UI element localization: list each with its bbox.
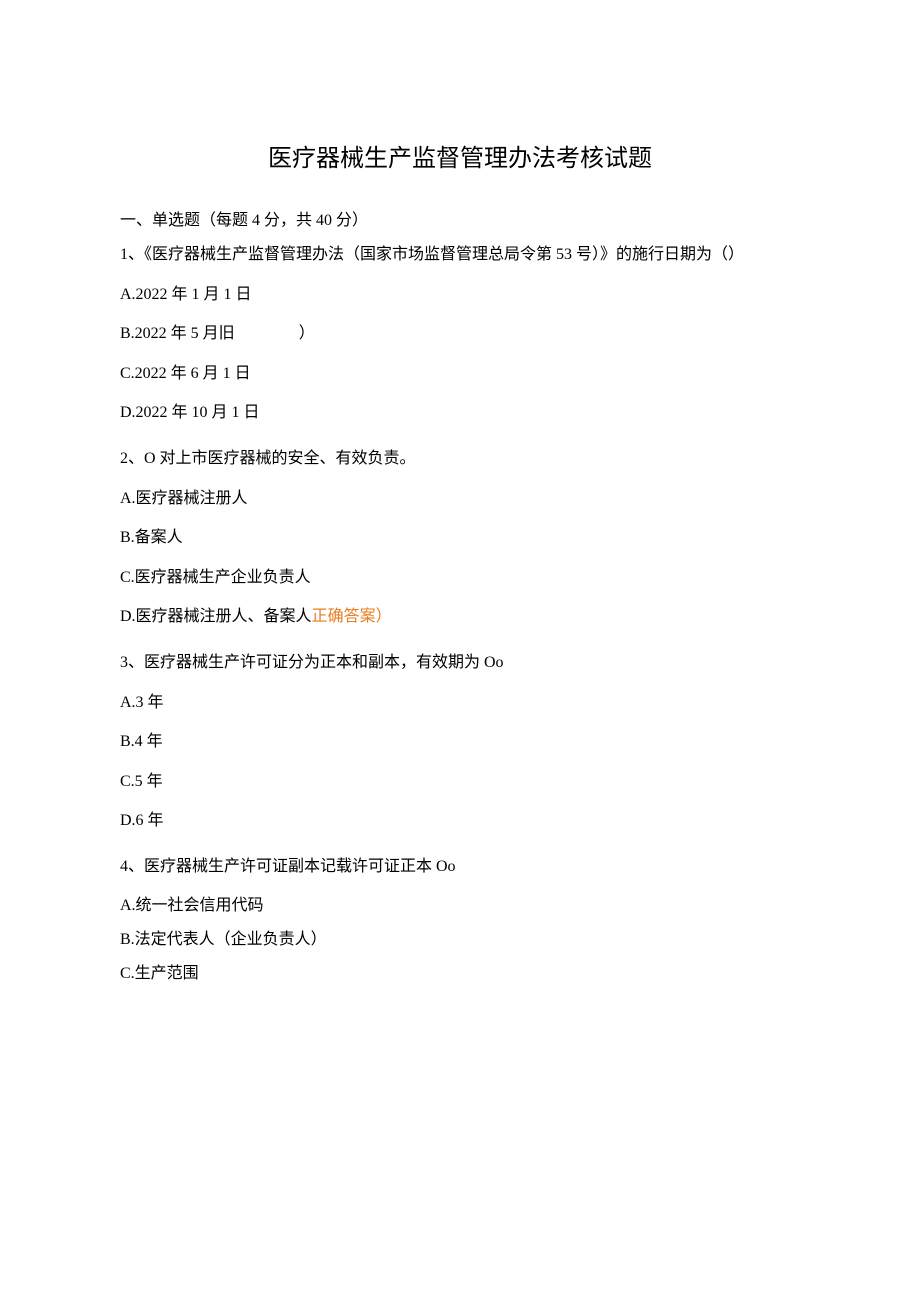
question-2: 2、O 对上市医疗器械的安全、有效负责。 A.医疗器械注册人 B.备案人 C.医… xyxy=(120,446,800,630)
question-1-text: 1、《医疗器械生产监督管理办法（国家市场监督管理总局令第 53 号）》的施行日期… xyxy=(120,242,800,268)
question-1: 1、《医疗器械生产监督管理办法（国家市场监督管理总局令第 53 号）》的施行日期… xyxy=(120,242,800,426)
page-title: 医疗器械生产监督管理办法考核试题 xyxy=(120,140,800,178)
question-4-text: 4、医疗器械生产许可证副本记载许可证正本 Oo xyxy=(120,854,800,880)
question-4-option-a: A.统一社会信用代码 xyxy=(120,893,800,919)
question-1-option-b-suffix: ） xyxy=(299,321,315,347)
question-2-option-a: A.医疗器械注册人 xyxy=(120,486,800,512)
question-4: 4、医疗器械生产许可证副本记载许可证正本 Oo A.统一社会信用代码 B.法定代… xyxy=(120,854,800,986)
question-4-option-b: B.法定代表人（企业负责人） xyxy=(120,927,800,953)
question-2-text: 2、O 对上市医疗器械的安全、有效负责。 xyxy=(120,446,800,472)
question-1-option-a: A.2022 年 1 月 1 日 xyxy=(120,282,800,308)
question-3-text: 3、医疗器械生产许可证分为正本和副本，有效期为 Oo xyxy=(120,650,800,676)
question-3-option-b: B.4 年 xyxy=(120,729,800,755)
question-1-option-c: C.2022 年 6 月 1 日 xyxy=(120,361,800,387)
section-header: 一、单选题（每题 4 分，共 40 分） xyxy=(120,208,800,234)
question-2-option-d: D.医疗器械注册人、备案人正确答案） xyxy=(120,604,800,630)
correct-answer-label: 正确答案） xyxy=(312,608,392,625)
question-2-option-c: C.医疗器械生产企业负责人 xyxy=(120,565,800,591)
question-1-option-d: D.2022 年 10 月 1 日 xyxy=(120,400,800,426)
question-1-option-b: B.2022 年 5 月旧 ） xyxy=(120,321,800,347)
question-3-option-a: A.3 年 xyxy=(120,690,800,716)
question-3: 3、医疗器械生产许可证分为正本和副本，有效期为 Oo A.3 年 B.4 年 C… xyxy=(120,650,800,834)
question-4-option-c: C.生产范围 xyxy=(120,961,800,987)
question-3-option-d: D.6 年 xyxy=(120,808,800,834)
question-2-option-d-prefix: D.医疗器械注册人、备案人 xyxy=(120,608,312,625)
question-3-option-c: C.5 年 xyxy=(120,769,800,795)
question-2-option-b: B.备案人 xyxy=(120,525,800,551)
question-1-option-b-prefix: B.2022 年 5 月旧 xyxy=(120,325,235,342)
